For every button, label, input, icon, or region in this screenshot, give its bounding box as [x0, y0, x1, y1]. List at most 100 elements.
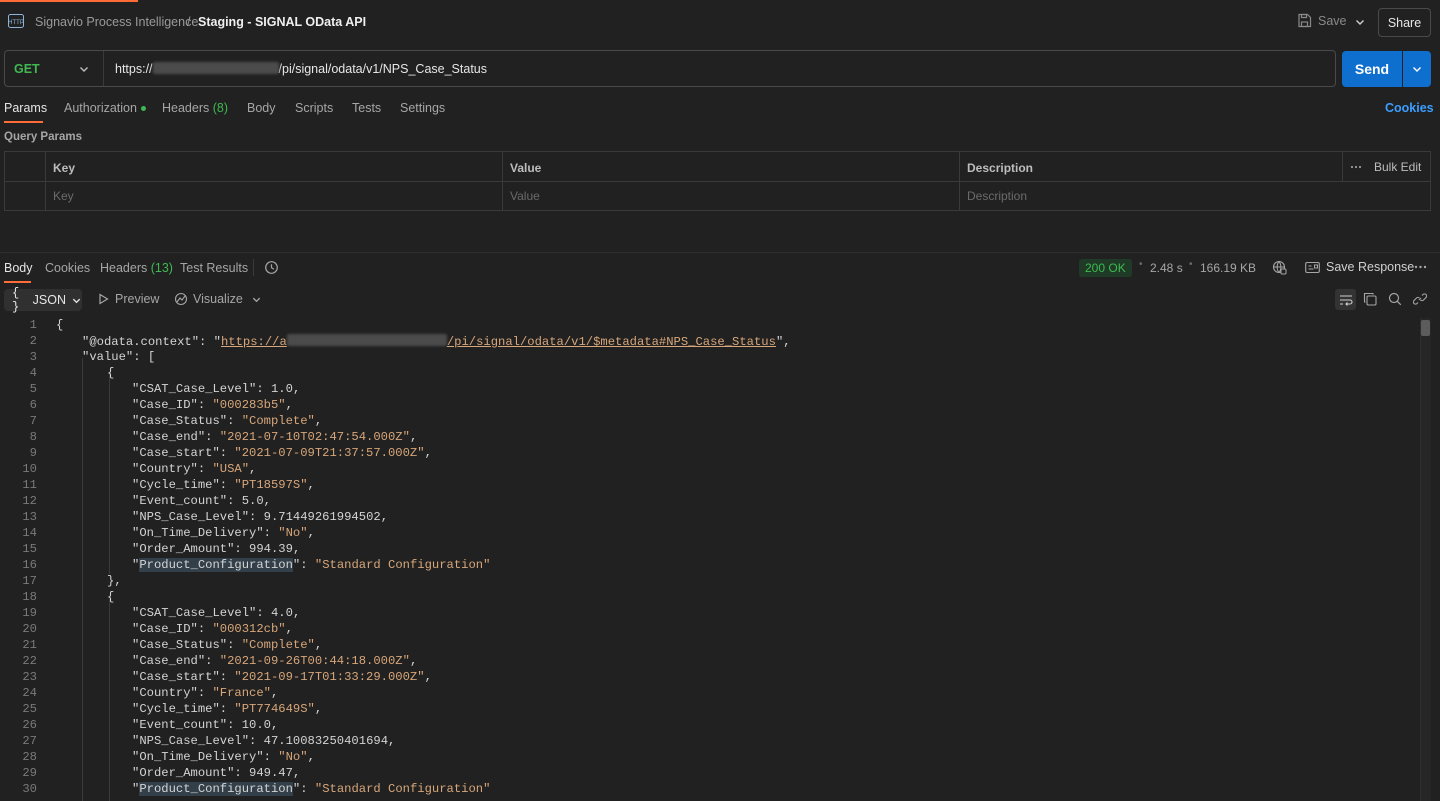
line-number: 26: [22, 718, 37, 732]
response-tab-headers[interactable]: Headers (13): [100, 261, 173, 275]
response-tab-cookies[interactable]: Cookies: [45, 261, 90, 275]
tab-headers[interactable]: Headers (8): [162, 101, 228, 115]
line-number: 19: [22, 606, 37, 620]
more-icon[interactable]: [1350, 162, 1362, 172]
json-key: "Country": [132, 686, 198, 700]
line-number: 4: [29, 366, 37, 380]
format-select[interactable]: { } JSON: [4, 286, 82, 314]
json-key: "Case_end": [132, 430, 206, 444]
svg-text:HTTP: HTTP: [8, 20, 24, 26]
save-button[interactable]: Save: [1297, 13, 1347, 28]
response-tab-headers-count: (13): [150, 261, 173, 275]
code-line: "Cycle_time": "PT774649S",: [132, 702, 323, 716]
json-key: "Case_ID": [132, 398, 198, 412]
json-key: "Cycle_time": [132, 702, 220, 716]
response-time[interactable]: 2.48 s: [1150, 261, 1183, 275]
code-line: "On_Time_Delivery": "No",: [132, 750, 315, 764]
more-icon[interactable]: [1414, 263, 1427, 271]
preview-button[interactable]: Preview: [98, 292, 159, 306]
json-key: "NPS_Case_Level": [132, 734, 250, 748]
code-line: "Case_end": "2021-09-26T00:44:18.000Z",: [132, 654, 418, 668]
response-size[interactable]: 166.19 KB: [1200, 261, 1256, 275]
response-tab-headers-label: Headers: [100, 261, 148, 275]
play-icon: [98, 293, 109, 305]
active-tab-indicator: [4, 121, 43, 123]
json-key: "CSAT_Case_Level": [132, 382, 257, 396]
tab-tests[interactable]: Tests: [352, 101, 381, 115]
send-options-button[interactable]: [1403, 51, 1431, 87]
history-icon[interactable]: [264, 260, 279, 275]
line-number: 1: [29, 318, 37, 332]
response-tab-test-results[interactable]: Test Results: [180, 261, 248, 275]
json-value: 994.39: [249, 542, 293, 556]
save-label: Save: [1318, 13, 1347, 28]
code-line: "Order_Amount": 949.47,: [132, 766, 301, 780]
code-line: "@odata.context": "https://a/pi/signal/o…: [82, 334, 791, 349]
line-number: 13: [22, 510, 37, 524]
json-key: "Case_ID": [132, 622, 198, 636]
json-key: "@odata.context": [82, 335, 200, 349]
share-button[interactable]: Share: [1378, 8, 1431, 37]
code-line: "Product_Configuration": "Standard Confi…: [132, 782, 491, 796]
response-tab-body[interactable]: Body: [4, 261, 33, 275]
visualize-button[interactable]: Visualize: [174, 292, 243, 306]
copy-icon[interactable]: [1363, 292, 1377, 306]
tab-scripts[interactable]: Scripts: [295, 101, 333, 115]
method-select[interactable]: GET: [5, 51, 104, 86]
network-globe-icon[interactable]: [1272, 260, 1287, 275]
line-number: 16: [22, 558, 37, 572]
chevron-down-icon[interactable]: [1354, 16, 1366, 28]
json-value: "Standard Configuration": [314, 558, 491, 572]
line-number: 11: [22, 478, 37, 492]
save-icon: [1297, 13, 1312, 28]
vertical-scrollbar[interactable]: [1420, 318, 1431, 801]
response-body-editor[interactable]: 1 2 3 4 5 6 7 8 9 10 11 12 13 14 15 16 17 18 19 20 21 22 23 24 2…: [0, 318, 1420, 801]
line-number: 27: [22, 734, 37, 748]
column-header-key: Key: [53, 161, 76, 175]
tab-params[interactable]: Params: [4, 101, 47, 115]
send-button[interactable]: Send: [1342, 51, 1402, 87]
save-response-button[interactable]: Save Response: [1305, 260, 1414, 274]
code-line: "Case_start": "2021-09-17T01:33:29.000Z"…: [132, 670, 432, 684]
code-line: "Case_ID": "000312cb",: [132, 622, 293, 636]
redacted-host: [286, 334, 447, 346]
save-response-label: Save Response: [1326, 260, 1415, 274]
cookies-link[interactable]: Cookies: [1385, 101, 1434, 115]
column-header-value: Value: [510, 161, 542, 175]
json-key: "CSAT_Case_Level": [132, 606, 257, 620]
request-name[interactable]: Staging - SIGNAL OData API: [198, 15, 366, 29]
context-url[interactable]: https://a/pi/signal/odata/v1/$metadata#N…: [221, 334, 776, 349]
wrap-lines-button[interactable]: [1335, 289, 1356, 310]
code-line: "Cycle_time": "PT18597S",: [132, 478, 315, 492]
json-value: 10.0: [241, 718, 271, 732]
json-value: "2021-07-10T02:47:54.000Z": [219, 430, 410, 444]
json-value: "000312cb": [212, 622, 286, 636]
code-line: {: [107, 590, 115, 604]
search-icon[interactable]: [1388, 292, 1402, 306]
preview-label: Preview: [115, 292, 160, 306]
chevron-down-icon[interactable]: [251, 294, 262, 305]
tab-authorization[interactable]: Authorization: [64, 101, 146, 115]
tab-settings[interactable]: Settings: [400, 101, 445, 115]
line-number: 14: [22, 526, 37, 540]
tab-body[interactable]: Body: [247, 101, 276, 115]
code-line: "CSAT_Case_Level": 1.0,: [132, 382, 301, 396]
json-key: "On_Time_Delivery": [132, 526, 264, 540]
scrollbar-thumb[interactable]: [1421, 320, 1430, 336]
line-number: 10: [22, 462, 37, 476]
breadcrumb-workspace[interactable]: Signavio Process Intelligence: [35, 15, 198, 29]
bulk-edit-button[interactable]: Bulk Edit: [1374, 160, 1421, 174]
line-number: 30: [22, 782, 37, 796]
value-input[interactable]: Value: [510, 189, 540, 203]
tab-headers-label: Headers: [162, 101, 210, 115]
status-badge[interactable]: 200 OK: [1079, 259, 1132, 277]
json-key: "On_Time_Delivery": [132, 750, 264, 764]
url-input[interactable]: https:// /pi/signal/odata/v1/NPS_Case_Sta…: [115, 62, 487, 76]
link-icon[interactable]: [1413, 292, 1427, 306]
key-input[interactable]: Key: [53, 189, 74, 203]
code-line: "NPS_Case_Level": 47.10083250401694,: [132, 734, 396, 748]
description-input[interactable]: Description: [967, 189, 1027, 203]
method-label: GET: [14, 62, 40, 76]
code-line: "Case_end": "2021-07-10T02:47:54.000Z",: [132, 430, 418, 444]
json-key: "Event_count": [132, 494, 228, 508]
